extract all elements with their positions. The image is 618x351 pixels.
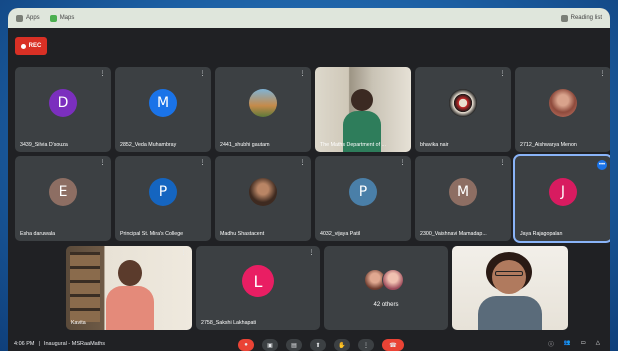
participant-tile[interactable]: ⋮ Madhu Shastacent <box>215 156 311 241</box>
participant-tile[interactable]: P ⋮ 4032_vijaya Patil <box>315 156 411 241</box>
mic-icon: ⋮ <box>308 250 315 256</box>
mic-icon: ⋮ <box>99 71 106 77</box>
participant-name: 3439_Silvia D'souza <box>20 142 68 148</box>
meeting-time: 4:06 PM <box>14 341 35 347</box>
captions-button[interactable]: ▤ <box>286 339 302 351</box>
recording-badge: REC <box>15 37 47 55</box>
mic-icon: ⋮ <box>99 160 106 166</box>
avatar: L <box>242 265 274 298</box>
participant-name: The Maths Department of ... <box>320 142 386 148</box>
mic-icon: ⋮ <box>299 71 306 77</box>
others-avatars <box>364 268 404 291</box>
call-controls: ● ▣ ▤ ⬆ ✋ ⋮ ☎ <box>238 339 404 351</box>
bookmark-maps-label: Maps <box>59 15 75 21</box>
participant-name: Esha daruwala <box>20 231 56 237</box>
avatar <box>249 177 277 206</box>
mic-icon: ⋮ <box>180 250 187 256</box>
more-options-button[interactable]: ⋮ <box>358 339 374 351</box>
participant-name: bhavika nair <box>420 142 449 148</box>
glasses <box>495 271 523 276</box>
apps-icon <box>16 14 23 22</box>
participant-name: 2441_shubhi gautam <box>220 142 270 148</box>
participant-name: 2712_Aishwarya Menon <box>520 142 577 148</box>
avatar: P <box>349 177 377 206</box>
leave-call-button[interactable]: ☎ <box>382 339 404 351</box>
mic-icon: ⋮ <box>199 160 206 166</box>
avatar: E <box>49 177 77 206</box>
chat-icon[interactable]: ▭ <box>581 340 586 348</box>
mic-icon: ⋮ <box>299 160 306 166</box>
participant-tile-active[interactable]: J ••• Jaya Rajagopalan <box>513 154 610 243</box>
browser-bookmarks-bar: Apps Maps Reading list <box>8 8 610 28</box>
avatar <box>249 88 277 117</box>
participant-tile[interactable]: ⋮ 2712_Aishwarya Menon <box>515 67 610 152</box>
info-icon[interactable]: ⓘ <box>548 340 554 348</box>
person-silhouette <box>118 260 142 286</box>
participant-name: Kavita <box>71 320 86 326</box>
bookmark-apps-label: Apps <box>26 15 40 21</box>
person-silhouette <box>351 89 373 111</box>
others-count: 42 others <box>373 302 399 308</box>
participant-video-tile[interactable]: ⋮ Kavita <box>66 246 192 330</box>
avatar <box>449 88 477 117</box>
participant-tile[interactable]: E ⋮ Esha daruwala <box>15 156 111 241</box>
participant-video-tile[interactable]: The Maths Department of ... <box>315 67 411 152</box>
activities-icon[interactable]: △ <box>596 340 600 348</box>
participant-name: 2758_Sakshi Lakhapati <box>201 320 257 326</box>
participant-tile[interactable]: ⋮ 2441_shubhi gautam <box>215 67 311 152</box>
camera-button[interactable]: ▣ <box>262 339 278 351</box>
reading-list-icon <box>560 14 568 22</box>
participant-name: 4032_vijaya Patil <box>320 231 361 237</box>
separator: | <box>38 341 40 347</box>
mic-off-button[interactable]: ● <box>238 339 254 351</box>
record-dot-icon <box>20 43 26 49</box>
mic-icon: ⋮ <box>499 160 506 166</box>
raise-hand-button[interactable]: ✋ <box>334 339 350 351</box>
participant-name: Jaya Rajagopalan <box>520 231 563 237</box>
others-tile[interactable]: 42 others <box>324 246 448 330</box>
avatar <box>382 268 404 291</box>
participant-tile[interactable]: M ⋮ 2300_Vaishnavi Mamadap... <box>415 156 511 241</box>
maps-icon <box>49 14 57 22</box>
participant-name: 2852_Veda Muhambray <box>120 142 177 148</box>
participant-tile[interactable]: M ⋮ 2852_Veda Muhambray <box>115 67 211 152</box>
participant-tile[interactable]: ⋮ bhavika nair <box>415 67 511 152</box>
avatar: D <box>49 88 77 117</box>
avatar <box>549 88 577 117</box>
bookmark-apps[interactable]: Apps <box>16 14 40 22</box>
speaking-icon: ••• <box>597 160 607 170</box>
mic-icon: ⋮ <box>199 71 206 77</box>
present-button[interactable]: ⬆ <box>310 339 326 351</box>
bookmark-maps[interactable]: Maps <box>49 14 75 22</box>
participant-name: 2300_Vaishnavi Mamadap... <box>420 231 487 237</box>
avatar: J <box>549 177 577 206</box>
bookshelf <box>70 252 100 322</box>
participant-tile[interactable]: L ⋮ 2758_Sakshi Lakhapati <box>196 246 320 330</box>
person-face <box>492 260 526 294</box>
reading-list[interactable]: Reading list <box>560 14 602 22</box>
people-icon[interactable]: 👥 <box>564 340 571 348</box>
person-body <box>478 296 542 330</box>
self-view-tile[interactable] <box>452 246 568 330</box>
side-panel-controls: ⓘ 👥 ▭ △ <box>548 340 600 348</box>
participant-name: Principal St. Mira's College <box>120 231 184 237</box>
avatar: P <box>149 177 177 206</box>
participant-tile[interactable]: D ⋮ 3439_Silvia D'souza <box>15 67 111 152</box>
mic-icon: ⋮ <box>599 71 606 77</box>
participant-tile[interactable]: P ⋮ Principal St. Mira's College <box>115 156 211 241</box>
avatar: M <box>449 177 477 206</box>
participant-name: Madhu Shastacent <box>220 231 265 237</box>
meeting-controls-bar: 4:06 PM | Inaugural - MSRaaMaths ● ▣ ▤ ⬆… <box>8 337 610 351</box>
mic-icon: ⋮ <box>399 160 406 166</box>
mic-icon: ⋮ <box>499 71 506 77</box>
meet-window: Apps Maps Reading list REC D ⋮ 3439_Silv… <box>8 8 610 351</box>
reading-list-label: Reading list <box>570 15 602 21</box>
recording-label: REC <box>28 43 42 49</box>
avatar: M <box>149 88 177 117</box>
meeting-title: Inaugural - MSRaaMaths <box>43 341 106 347</box>
